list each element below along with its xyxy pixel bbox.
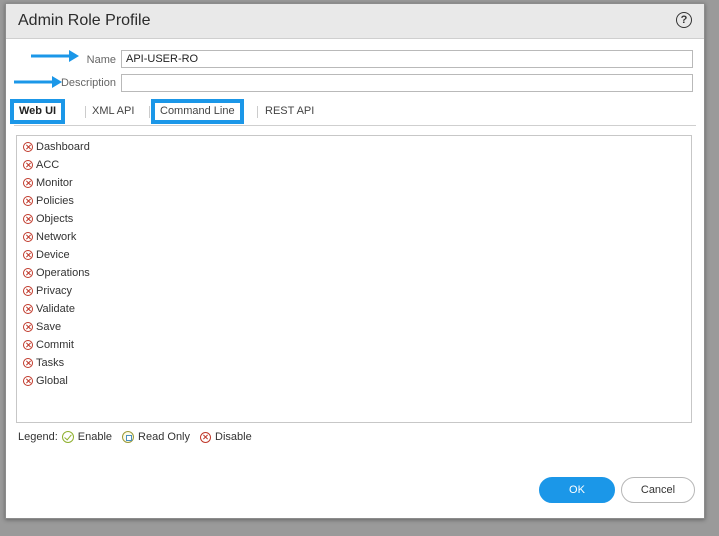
permission-label: Policies: [36, 195, 74, 207]
disable-icon[interactable]: [23, 358, 33, 368]
disable-icon[interactable]: [23, 268, 33, 278]
permission-label: Save: [36, 321, 62, 333]
tab-xml-api[interactable]: XML API: [92, 99, 134, 124]
permission-label: Tasks: [36, 357, 65, 369]
enable-icon: [61, 431, 74, 443]
list-item[interactable]: Validate: [23, 300, 75, 318]
list-item[interactable]: Privacy: [23, 282, 72, 300]
permission-label: Operations: [36, 267, 90, 279]
disable-icon[interactable]: [23, 286, 33, 296]
legend-label: Legend:: [18, 431, 58, 443]
description-input[interactable]: [121, 74, 693, 92]
name-label: Name: [86, 54, 116, 66]
legend-read-only: Read Only: [138, 431, 191, 443]
disable-icon[interactable]: [23, 304, 33, 314]
dialog-titlebar: Admin Role Profile ?: [6, 4, 704, 39]
disable-icon[interactable]: [23, 376, 33, 386]
list-item[interactable]: Save: [23, 318, 61, 336]
list-item[interactable]: Commit: [23, 336, 74, 354]
permissions-list: Dashboard ACC Monitor Policies Objects N…: [16, 135, 692, 423]
question-circle-icon[interactable]: ?: [676, 12, 692, 28]
list-item[interactable]: Network: [23, 228, 76, 246]
list-item[interactable]: Device: [23, 246, 70, 264]
disable-icon[interactable]: [23, 178, 33, 188]
list-item[interactable]: ACC: [23, 156, 59, 174]
list-item[interactable]: Dashboard: [23, 138, 90, 156]
read-only-icon: [122, 431, 135, 443]
description-label: Description: [60, 77, 116, 89]
permission-label: Validate: [36, 303, 75, 315]
tab-command-line[interactable]: Command Line: [151, 99, 244, 124]
ok-button[interactable]: OK: [539, 477, 615, 503]
tab-divider: [149, 106, 150, 118]
disable-icon[interactable]: [23, 160, 33, 170]
disable-icon[interactable]: [23, 142, 33, 152]
list-item[interactable]: Operations: [23, 264, 90, 282]
legend-enable: Enable: [77, 431, 113, 443]
disable-icon[interactable]: [23, 250, 33, 260]
permission-label: Network: [36, 231, 77, 243]
list-item[interactable]: Global: [23, 372, 68, 390]
permission-label: Global: [36, 375, 68, 387]
list-item[interactable]: Tasks: [23, 354, 64, 372]
dialog-title: Admin Role Profile: [18, 12, 151, 29]
permission-label: Objects: [36, 213, 74, 225]
tab-divider: [85, 106, 86, 118]
tab-web-ui[interactable]: Web UI: [10, 99, 66, 124]
tab-divider: [257, 106, 258, 118]
permission-label: Monitor: [36, 177, 73, 189]
disable-icon[interactable]: [23, 232, 33, 242]
legend-disable: Disable: [215, 431, 252, 443]
permission-label: Commit: [36, 339, 74, 351]
disable-icon[interactable]: [23, 322, 33, 332]
disable-icon[interactable]: [23, 196, 33, 206]
disable-icon[interactable]: [23, 214, 33, 224]
list-item[interactable]: Policies: [23, 192, 74, 210]
tab-rest-api[interactable]: REST API: [265, 99, 314, 124]
permission-label: Device: [36, 249, 70, 261]
list-item[interactable]: Monitor: [23, 174, 73, 192]
admin-role-profile-dialog: Admin Role Profile ? Name API-USER-RO De…: [5, 3, 705, 519]
cancel-button[interactable]: Cancel: [621, 477, 695, 503]
legend: Legend: Enable Read Only Disable: [18, 431, 256, 443]
list-item[interactable]: Objects: [23, 210, 73, 228]
permission-label: ACC: [36, 159, 60, 171]
disable-icon[interactable]: [23, 340, 33, 350]
permission-label: Dashboard: [36, 141, 90, 153]
tab-bar: Web UI XML API Command Line REST API: [10, 99, 696, 126]
name-input[interactable]: API-USER-RO: [121, 50, 693, 68]
permission-label: Privacy: [36, 285, 73, 297]
disable-icon: [200, 431, 212, 443]
